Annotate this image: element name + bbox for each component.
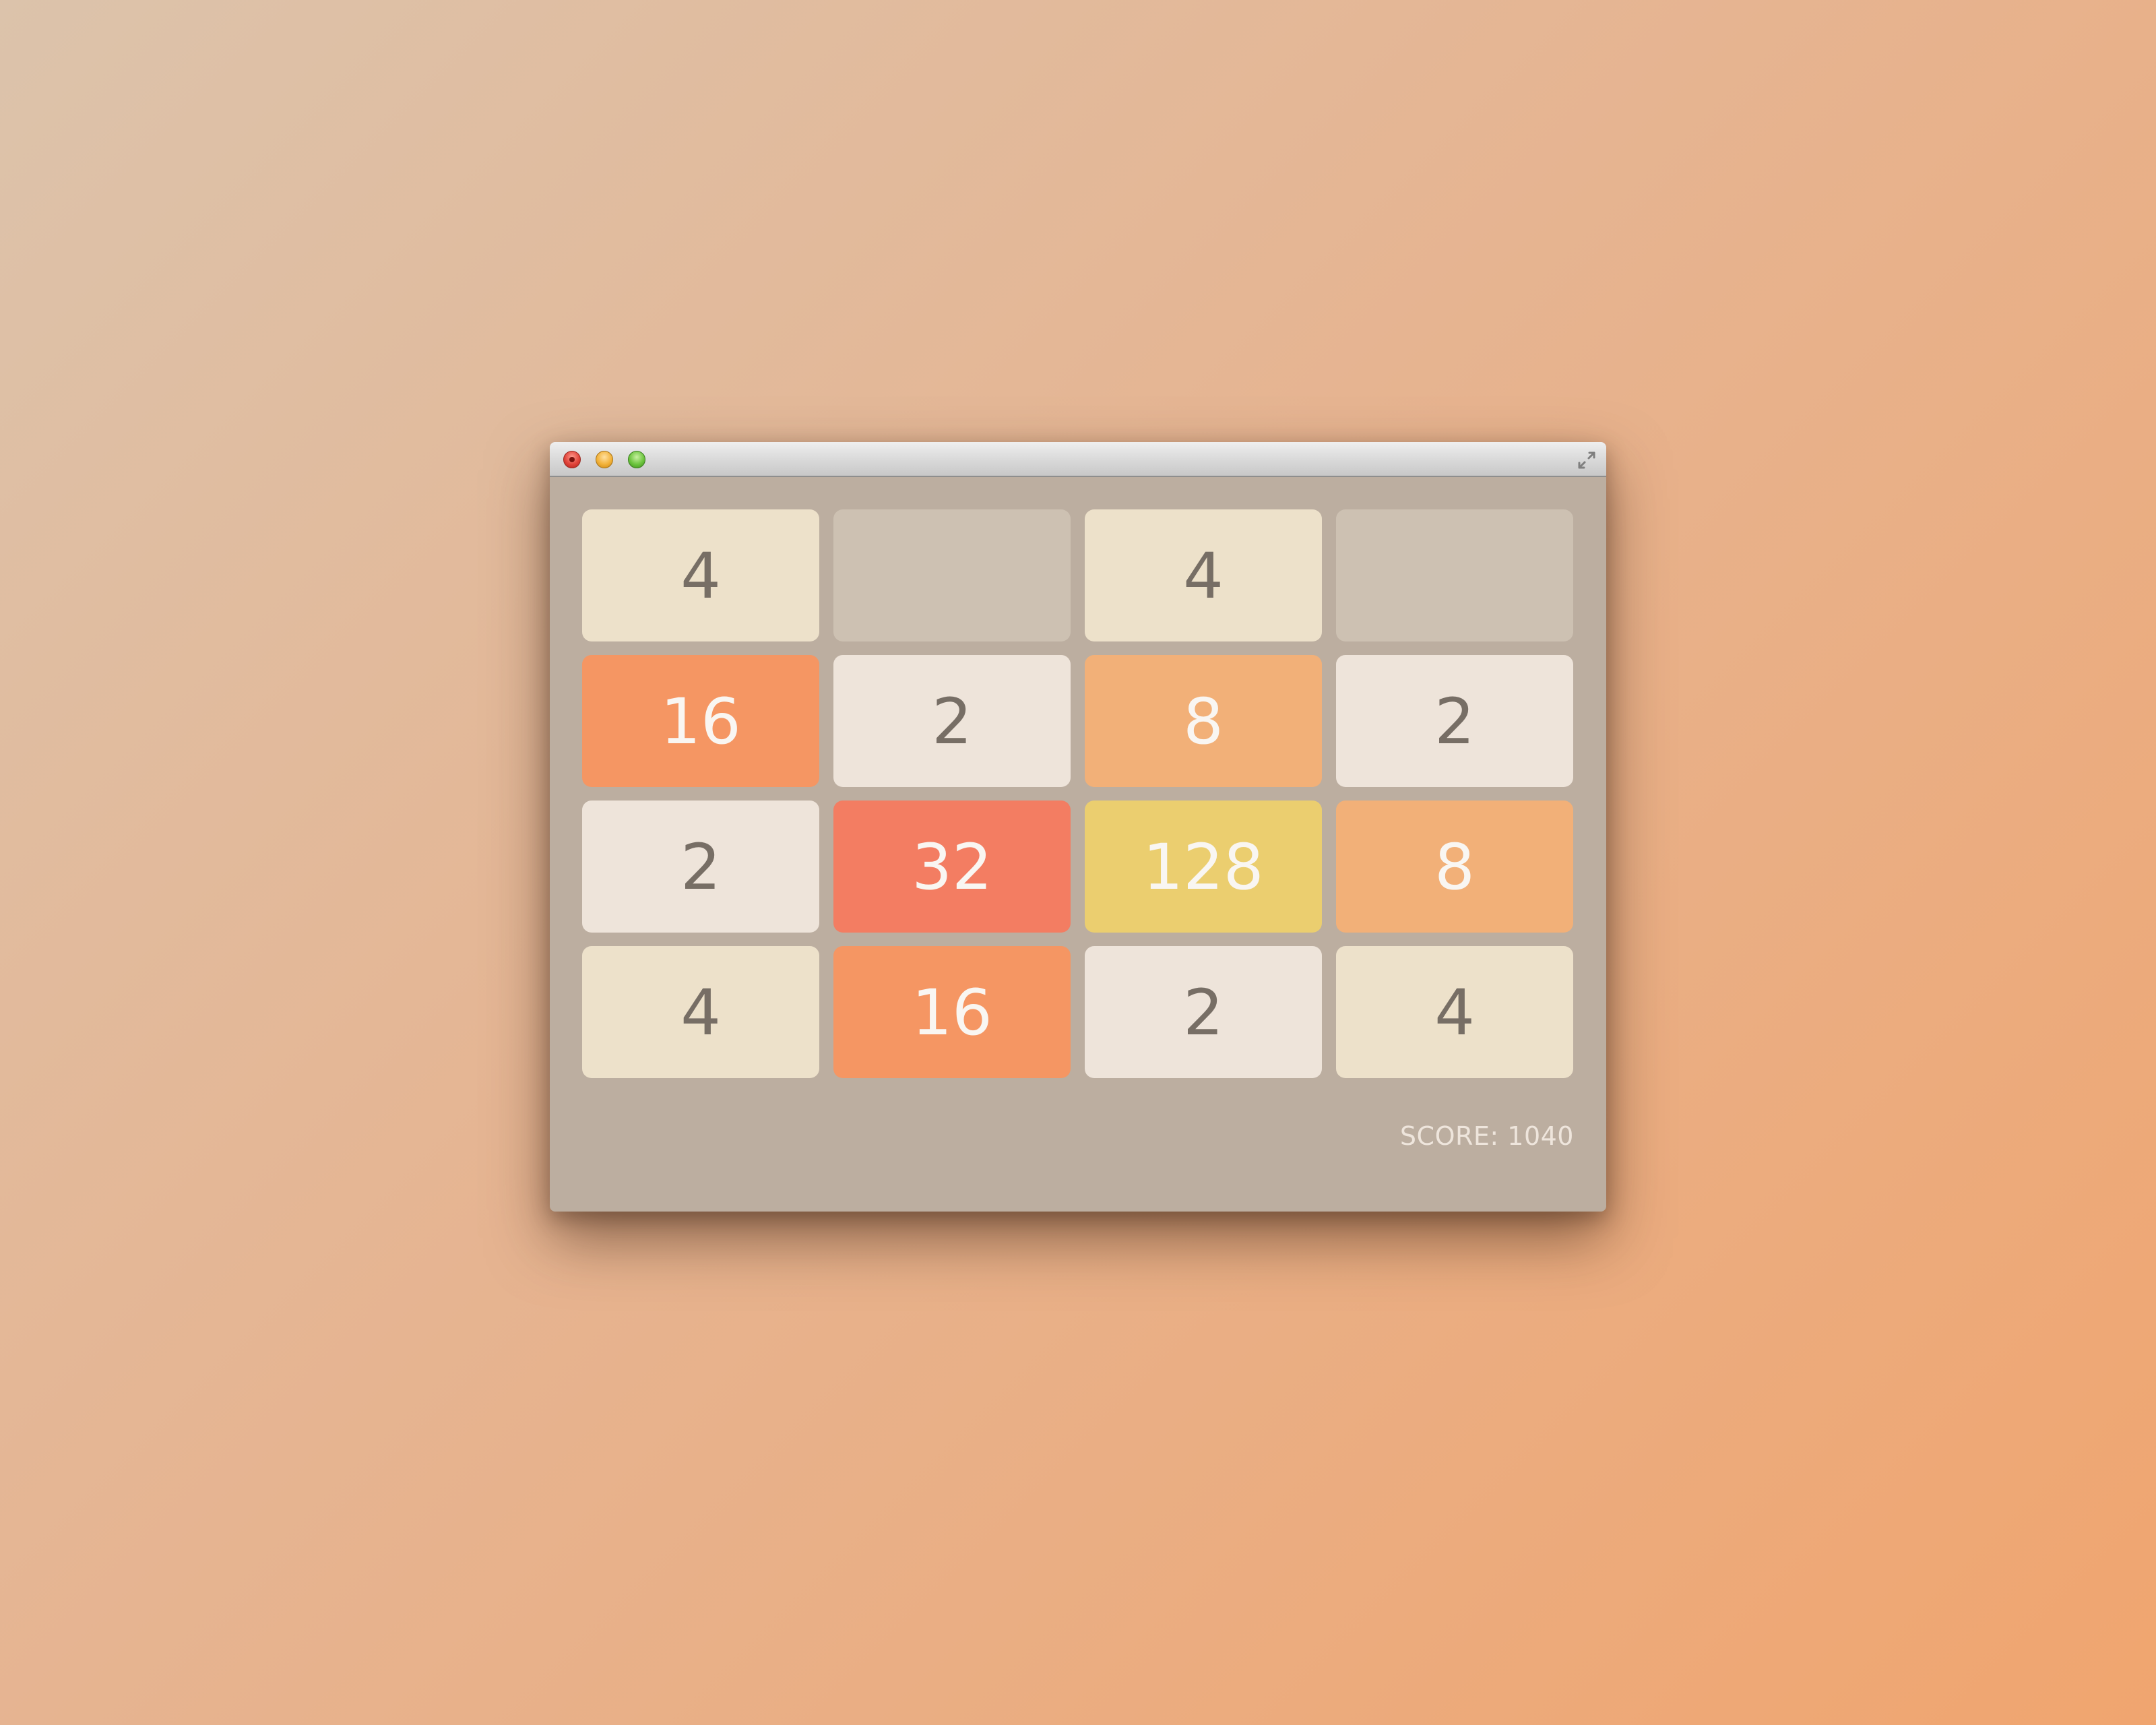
tile-value: 4 xyxy=(1183,540,1224,613)
empty-tile xyxy=(833,509,1071,641)
tile-2: 2 xyxy=(582,801,819,933)
tile-8: 8 xyxy=(1336,801,1573,933)
tile-4: 4 xyxy=(582,946,819,1078)
tile-4: 4 xyxy=(1085,509,1322,641)
zoom-window-button[interactable] xyxy=(628,451,645,468)
title-bar[interactable] xyxy=(550,442,1606,477)
tile-value: 8 xyxy=(1183,685,1224,759)
score-display: SCORE: 1040 xyxy=(1399,1121,1574,1151)
fullscreen-icon[interactable] xyxy=(1577,450,1597,470)
tile-value: 2 xyxy=(1183,976,1224,1050)
tile-value: 4 xyxy=(680,976,721,1050)
tile-value: 16 xyxy=(660,685,741,759)
tile-value: 2 xyxy=(1434,685,1475,759)
game-board[interactable]: 4 4 16 2 8 2 2 32 128 8 4 16 2 4 xyxy=(582,509,1574,1081)
tile-32: 32 xyxy=(833,801,1071,933)
tile-value: 2 xyxy=(680,831,721,904)
tile-2: 2 xyxy=(833,655,1071,787)
tile-value: 128 xyxy=(1143,831,1264,904)
tile-value: 4 xyxy=(680,540,721,613)
tile-2: 2 xyxy=(1336,655,1573,787)
tile-128: 128 xyxy=(1085,801,1322,933)
tile-16: 16 xyxy=(582,655,819,787)
tile-value: 16 xyxy=(912,976,992,1050)
tile-8: 8 xyxy=(1085,655,1322,787)
tile-value: 8 xyxy=(1434,831,1475,904)
game-window: 4 4 16 2 8 2 2 32 128 8 4 16 2 4 SCORE: 1040 xyxy=(550,442,1606,1212)
tile-16: 16 xyxy=(833,946,1071,1078)
tile-4: 4 xyxy=(1336,946,1573,1078)
tile-value: 2 xyxy=(932,685,972,759)
tile-value: 32 xyxy=(912,831,992,904)
tile-value: 4 xyxy=(1434,976,1475,1050)
tile-4: 4 xyxy=(582,509,819,641)
empty-tile xyxy=(1336,509,1573,641)
tile-2: 2 xyxy=(1085,946,1322,1078)
close-window-button[interactable] xyxy=(563,451,581,468)
minimize-window-button[interactable] xyxy=(596,451,613,468)
